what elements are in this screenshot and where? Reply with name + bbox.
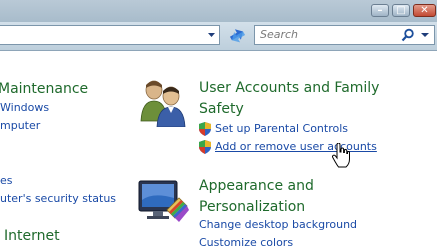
chevron-down-icon[interactable] [206,29,217,41]
navigation-toolbar: Search [0,22,437,51]
maximize-button[interactable]: □ [392,4,410,17]
parental-controls-link[interactable]: Set up Parental Controls [215,122,348,136]
add-remove-user-accounts-link[interactable]: Add or remove user accounts [215,140,377,154]
internet-heading[interactable]: Internet [4,226,60,246]
address-bar[interactable] [0,25,220,45]
hand-cursor-icon [332,143,350,168]
maintenance-heading[interactable]: Maintenance [0,79,88,99]
close-icon: ✕ [420,5,429,16]
close-button[interactable]: ✕ [413,4,436,17]
appearance-heading-line1[interactable]: Appearance and [199,176,314,196]
window-titlebar: – □ ✕ [0,0,437,22]
search-options-chevron-icon[interactable] [420,30,430,40]
minimize-button[interactable]: – [371,4,389,17]
maximize-icon: □ [396,5,406,16]
search-box[interactable]: Search [254,25,435,45]
shield-icon [199,122,211,136]
minimize-icon: – [377,5,383,16]
maintenance-link-windows[interactable]: Windows [0,101,49,115]
user-accounts-heading-line1[interactable]: User Accounts and Family [199,78,379,98]
control-panel-content: Maintenance Windows mputer es uter's sec… [0,51,437,249]
magnifier-icon[interactable] [401,28,415,42]
search-placeholder: Search [260,28,299,41]
security-link-partial[interactable]: es [0,174,13,188]
user-accounts-heading-line2[interactable]: Safety [199,99,244,119]
security-status-link[interactable]: uter's security status [0,192,116,206]
appearance-personalization-icon[interactable] [137,178,191,230]
refresh-arrows-icon[interactable] [226,25,248,45]
change-desktop-background-link[interactable]: Change desktop background [199,218,357,232]
shield-icon [199,140,211,154]
user-accounts-icon[interactable] [137,77,189,127]
customize-colors-link[interactable]: Customize colors [199,236,293,250]
maintenance-link-computer[interactable]: mputer [0,119,40,133]
appearance-heading-line2[interactable]: Personalization [199,197,305,217]
